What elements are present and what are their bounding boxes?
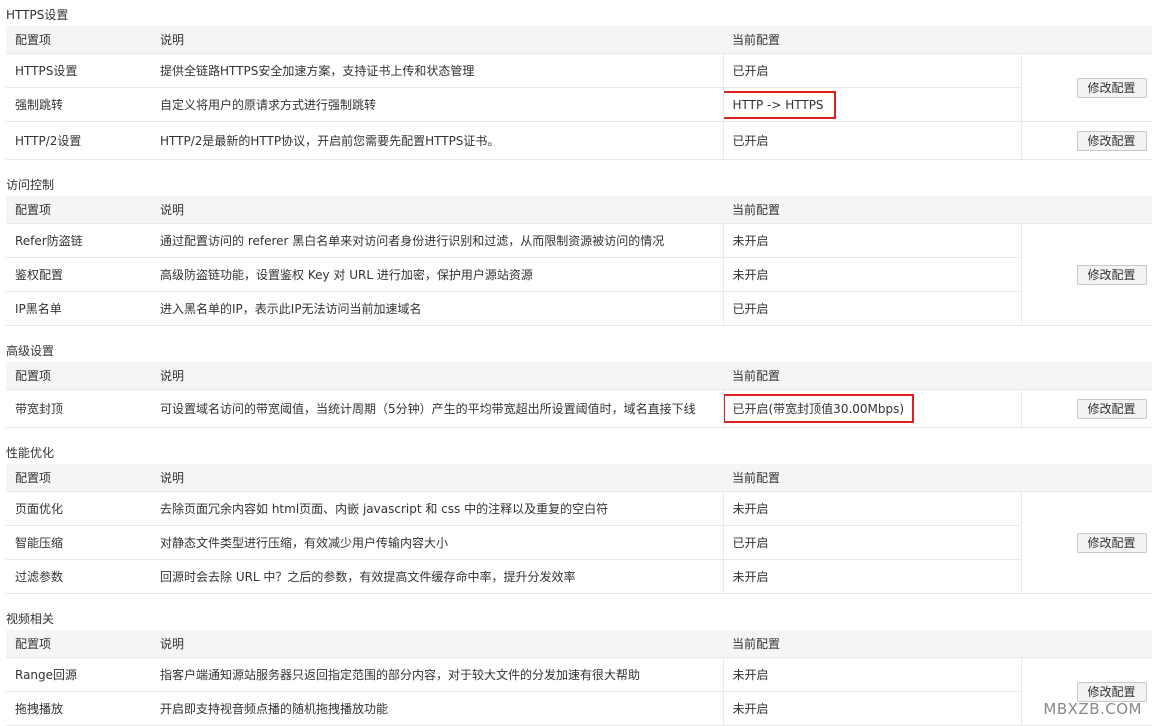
row-item: Range回源 [6, 657, 151, 692]
table-row: 带宽封顶 可设置域名访问的带宽阈值，当统计周期（5分钟）产生的平均带宽超出所设置… [6, 389, 1152, 428]
row-desc: 开启即支持视音频点播的随机拖拽播放功能 [151, 691, 723, 726]
row-desc: 回源时会去除 URL 中？之后的参数，有效提高文件缓存命中率，提升分发效率 [151, 559, 723, 594]
header-desc: 说明 [151, 26, 723, 54]
row-item: 智能压缩 [6, 525, 151, 560]
section-title: 性能优化 [6, 446, 55, 460]
row-item: 鉴权配置 [6, 257, 151, 292]
row-item: 带宽封顶 [6, 389, 151, 428]
header-status: 当前配置 [723, 630, 1021, 658]
highlight-box: HTTP -> HTTPS [724, 90, 836, 119]
header-item: 配置项 [6, 630, 151, 658]
table-header: 配置项 说明 当前配置 [6, 362, 1152, 390]
row-action: 修改配置 [1020, 491, 1152, 594]
row-action: 修改配置 [1020, 121, 1152, 160]
row-desc: 进入黑名单的IP，表示此IP无法访问当前加速域名 [151, 291, 723, 326]
table-row: 强制跳转 自定义将用户的原请求方式进行强制跳转 HTTP -> HTTPS [6, 87, 1152, 122]
header-desc: 说明 [151, 630, 723, 658]
table-row: 鉴权配置 高级防盗链功能，设置鉴权 Key 对 URL 进行加密，保护用户源站资… [6, 257, 1152, 292]
modify-config-button[interactable]: 修改配置 [1076, 130, 1147, 151]
modify-config-button[interactable]: 修改配置 [1076, 264, 1147, 285]
table-row: 过滤参数 回源时会去除 URL 中？之后的参数，有效提高文件缓存命中率，提升分发… [6, 559, 1152, 594]
modify-config-button[interactable]: 修改配置 [1076, 681, 1147, 702]
row-status: 未开启 [722, 223, 1021, 258]
table-row: Refer防盗链 通过配置访问的 referer 黑白名单来对访问者身份进行识别… [6, 223, 1152, 326]
row-desc: 去除页面冗余内容如 html页面、内嵌 javascript 和 css 中的注… [151, 491, 723, 526]
header-action [1021, 630, 1152, 658]
header-item: 配置项 [6, 196, 151, 224]
row-status: 未开启 [722, 657, 1021, 692]
row-desc: 提供全链路HTTPS安全加速方案，支持证书上传和状态管理 [151, 53, 723, 88]
table-row: IP黑名单 进入黑名单的IP，表示此IP无法访问当前加速域名 已开启 [6, 291, 1152, 326]
row-status: 未开启 [722, 691, 1021, 726]
row-action: 修改配置 [1020, 223, 1152, 326]
modify-config-button[interactable]: 修改配置 [1076, 532, 1147, 553]
row-desc: HTTP/2是最新的HTTP协议，开启前您需要先配置HTTPS证书。 [151, 121, 723, 160]
row-status: 未开启 [722, 559, 1021, 594]
modify-config-button[interactable]: 修改配置 [1076, 398, 1147, 419]
header-action [1021, 362, 1152, 390]
table-row: HTTP/2设置 HTTP/2是最新的HTTP协议，开启前您需要先配置HTTPS… [6, 121, 1152, 160]
table-row: Range回源 指客户端通知源站服务器只返回指定范围的部分内容，对于较大文件的分… [6, 657, 1152, 726]
row-item: IP黑名单 [6, 291, 151, 326]
row-desc: 高级防盗链功能，设置鉴权 Key 对 URL 进行加密，保护用户源站资源 [151, 257, 723, 292]
section-title: 视频相关 [6, 612, 55, 626]
header-desc: 说明 [151, 362, 723, 390]
header-status: 当前配置 [723, 362, 1021, 390]
config-table: 配置项 说明 当前配置 Range回源 指客户端通知源站服务器只返回指定范围的部… [6, 630, 1152, 726]
table-header: 配置项 说明 当前配置 [6, 26, 1152, 54]
row-desc: 指客户端通知源站服务器只返回指定范围的部分内容，对于较大文件的分发加速有很大帮助 [151, 657, 723, 692]
header-action [1021, 196, 1152, 224]
row-action: 修改配置 [1020, 53, 1152, 122]
row-desc: 对静态文件类型进行压缩，有效减少用户传输内容大小 [151, 525, 723, 560]
row-desc: 通过配置访问的 referer 黑白名单来对访问者身份进行识别和过滤，从而限制资… [151, 223, 723, 258]
highlight-box: 已开启(带宽封顶值30.00Mbps) [724, 394, 915, 423]
header-status: 当前配置 [723, 26, 1021, 54]
row-status: 已开启 [722, 525, 1021, 560]
config-table: 配置项 说明 当前配置 带宽封顶 可设置域名访问的带宽阈值，当统计周期（5分钟）… [6, 362, 1152, 428]
config-table: 配置项 说明 当前配置 Refer防盗链 通过配置访问的 referer 黑白名… [6, 196, 1152, 326]
row-status: 已开启(带宽封顶值30.00Mbps) [722, 389, 1021, 428]
header-desc: 说明 [151, 464, 723, 492]
row-item: HTTP/2设置 [6, 121, 151, 160]
section-title: 高级设置 [6, 344, 55, 358]
row-item: 页面优化 [6, 491, 151, 526]
header-status: 当前配置 [723, 196, 1021, 224]
row-status: 未开启 [722, 491, 1021, 526]
header-item: 配置项 [6, 362, 151, 390]
table-header: 配置项 说明 当前配置 [6, 464, 1152, 492]
header-action [1021, 26, 1152, 54]
row-desc: 可设置域名访问的带宽阈值，当统计周期（5分钟）产生的平均带宽超出所设置阈值时，域… [151, 389, 723, 428]
row-desc: 自定义将用户的原请求方式进行强制跳转 [151, 87, 723, 122]
row-item: 过滤参数 [6, 559, 151, 594]
row-status: 已开启 [722, 53, 1021, 88]
row-item: HTTPS设置 [6, 53, 151, 88]
header-item: 配置项 [6, 26, 151, 54]
modify-config-button[interactable]: 修改配置 [1076, 77, 1147, 98]
row-status: 未开启 [722, 257, 1021, 292]
row-status: 已开启 [722, 291, 1021, 326]
header-status: 当前配置 [723, 464, 1021, 492]
table-row: HTTPS设置 提供全链路HTTPS安全加速方案，支持证书上传和状态管理 已开启… [6, 53, 1152, 122]
row-action: 修改配置 [1020, 389, 1152, 428]
table-header: 配置项 说明 当前配置 [6, 196, 1152, 224]
table-row: 拖拽播放 开启即支持视音频点播的随机拖拽播放功能 未开启 [6, 691, 1152, 726]
table-row: 智能压缩 对静态文件类型进行压缩，有效减少用户传输内容大小 已开启 [6, 525, 1152, 560]
section-title: 访问控制 [6, 178, 55, 192]
header-action [1021, 464, 1152, 492]
config-table: 配置项 说明 当前配置 HTTPS设置 提供全链路HTTPS安全加速方案，支持证… [6, 26, 1152, 160]
table-header: 配置项 说明 当前配置 [6, 630, 1152, 658]
config-table: 配置项 说明 当前配置 页面优化 去除页面冗余内容如 html页面、内嵌 jav… [6, 464, 1152, 594]
header-item: 配置项 [6, 464, 151, 492]
row-item: Refer防盗链 [6, 223, 151, 258]
section-title: HTTPS设置 [6, 8, 69, 22]
row-item: 强制跳转 [6, 87, 151, 122]
row-item: 拖拽播放 [6, 691, 151, 726]
row-status: HTTP -> HTTPS [722, 87, 1021, 122]
table-row: 页面优化 去除页面冗余内容如 html页面、内嵌 javascript 和 cs… [6, 491, 1152, 594]
header-desc: 说明 [151, 196, 723, 224]
watermark: MBXZB.COM [1043, 700, 1142, 718]
row-status: 已开启 [722, 121, 1021, 160]
